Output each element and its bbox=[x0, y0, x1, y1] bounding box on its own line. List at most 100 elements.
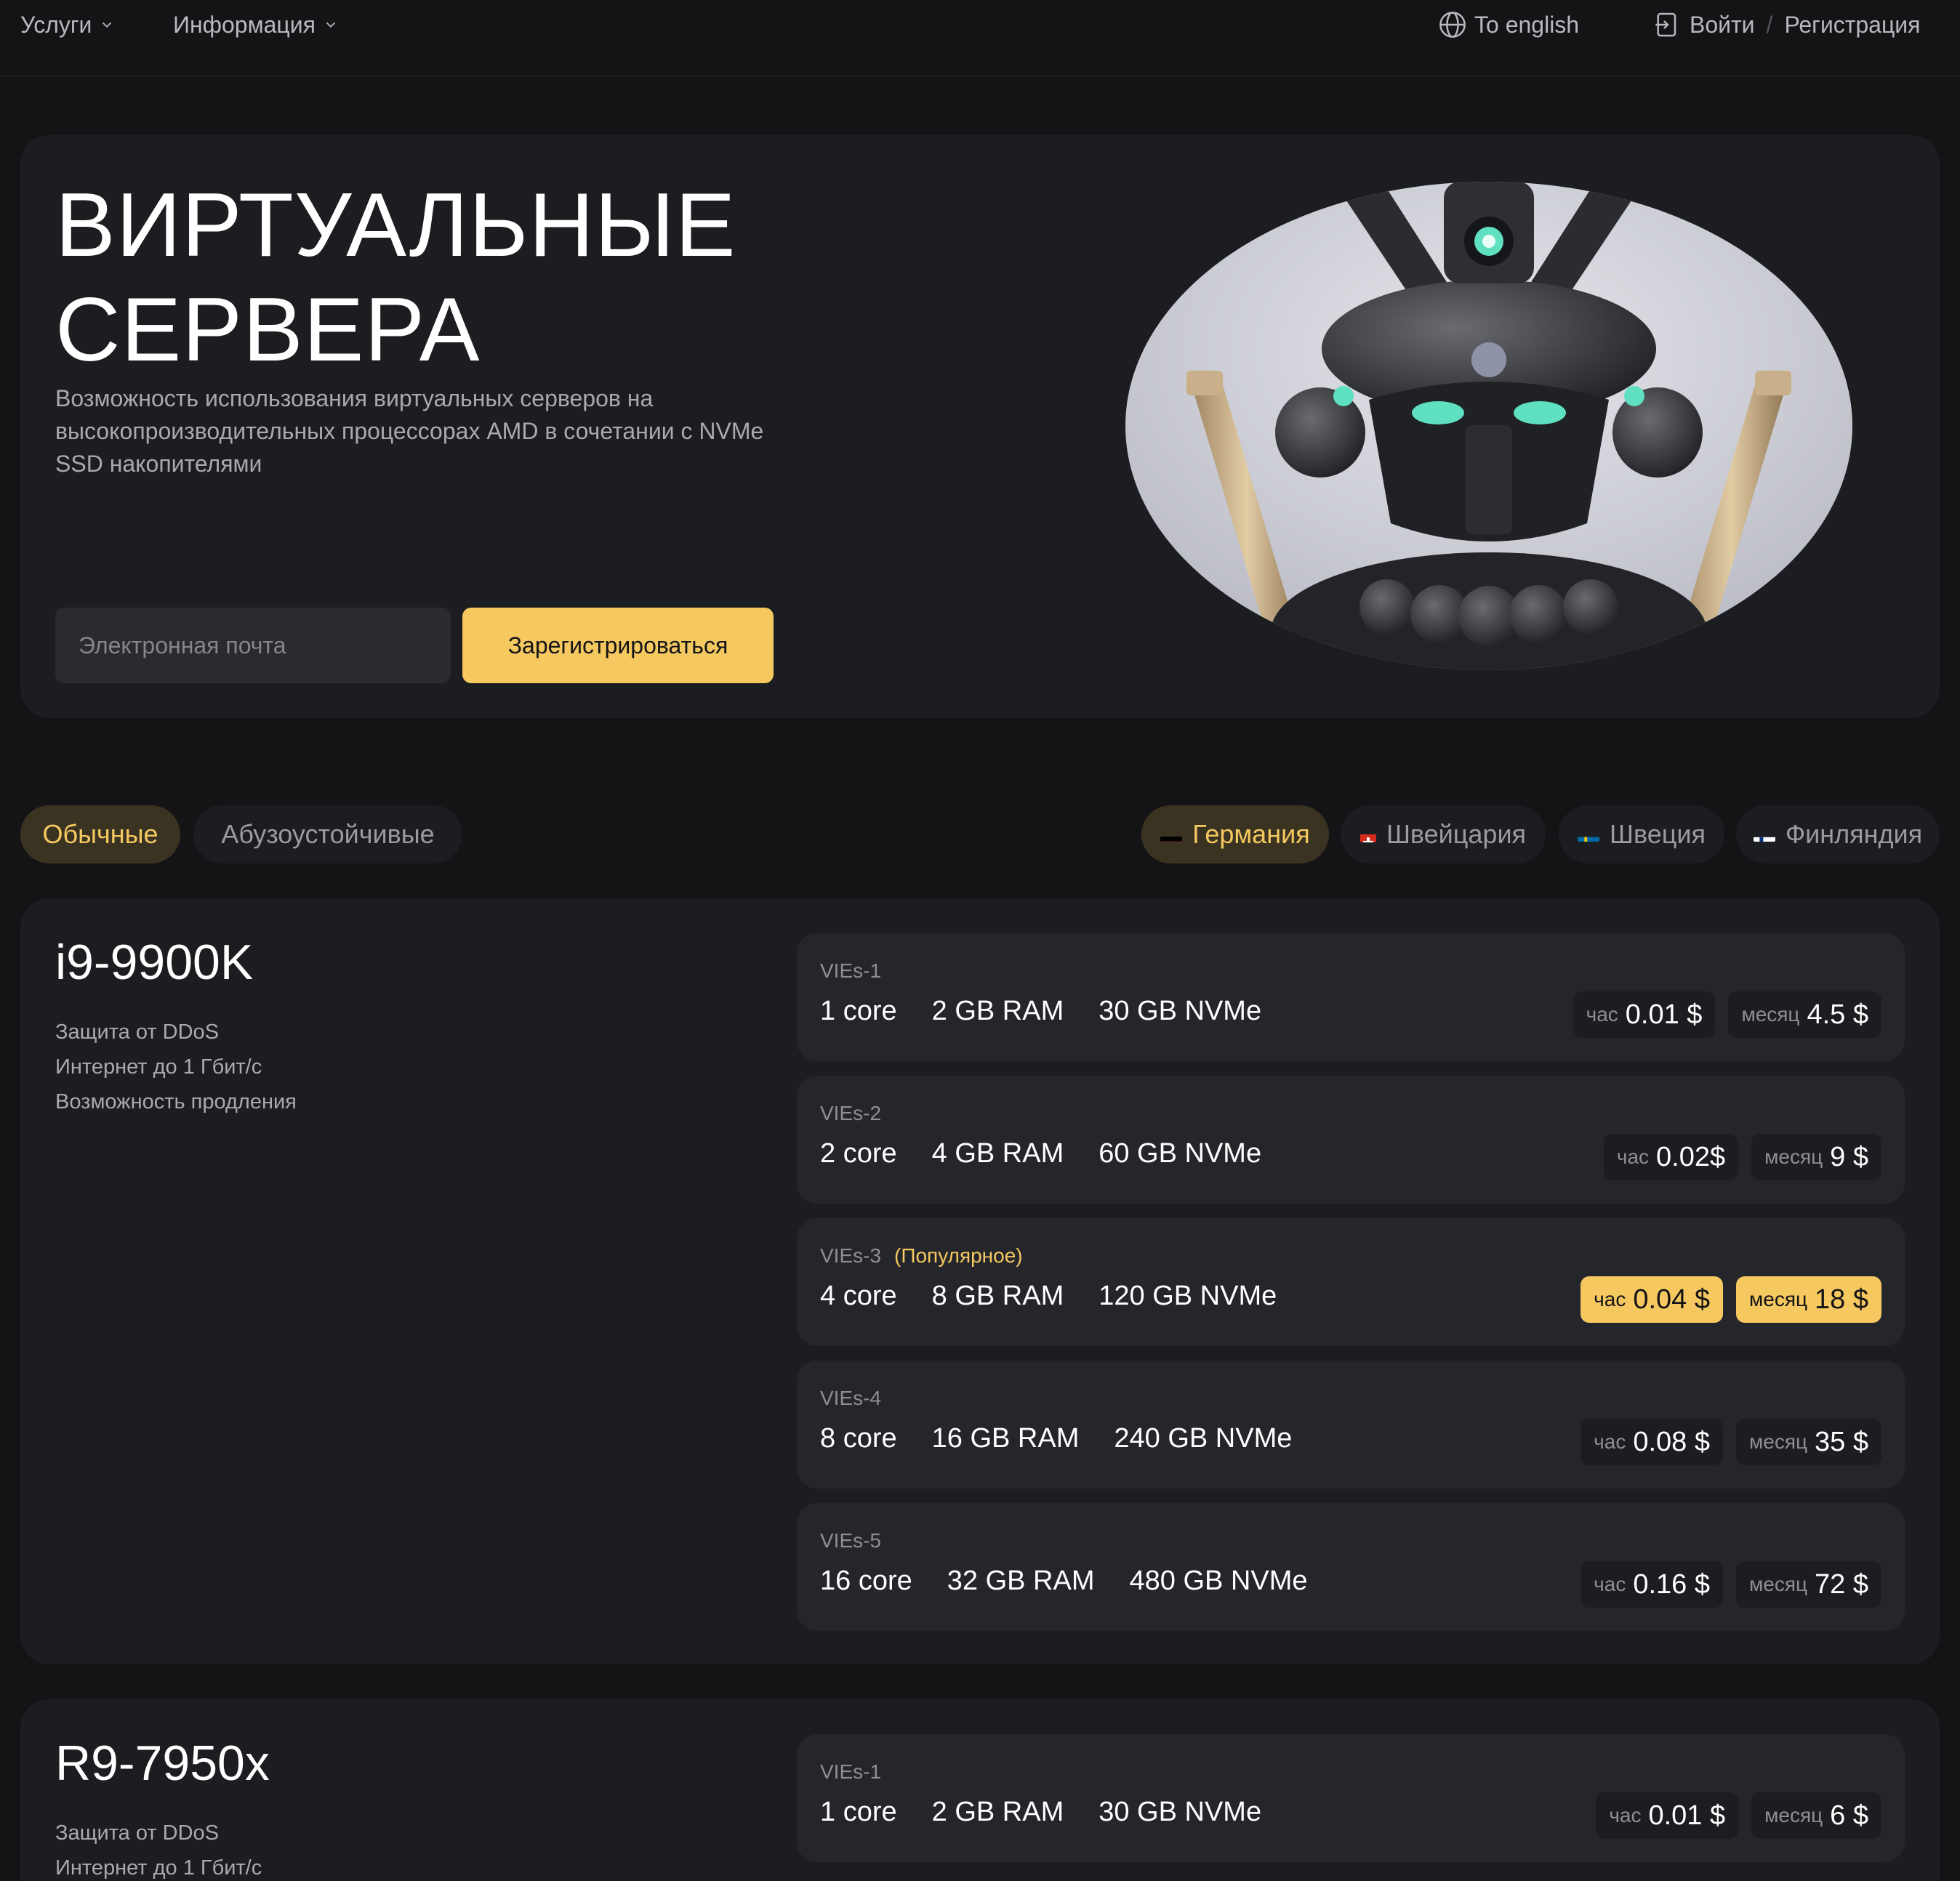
nav-services-menu[interactable]: Услуги bbox=[20, 9, 115, 41]
plan-specs: 2 core 4 GB RAM 60 GB NVMe bbox=[820, 1138, 1261, 1169]
filter-country-sweden-label: Швеция bbox=[1610, 819, 1706, 849]
plan-row[interactable]: VIEs-1 1 core 2 GB RAM 30 GB NVMe час 0.0… bbox=[797, 1734, 1905, 1862]
login-link[interactable]: Войти bbox=[1690, 12, 1755, 39]
hourly-price-button[interactable]: час 0.04 $ bbox=[1581, 1276, 1723, 1323]
auth-links: Войти / Регистрация bbox=[1653, 9, 1921, 41]
nav-info-menu[interactable]: Информация bbox=[173, 9, 339, 41]
title-line-2: СЕРВЕРА bbox=[55, 280, 481, 380]
monthly-price-button[interactable]: месяц 4.5 $ bbox=[1728, 991, 1881, 1038]
robot-samurai-illustration bbox=[1125, 182, 1852, 670]
feature-item: Интернет до 1 Гбит/с bbox=[55, 1856, 262, 1880]
feature-item: Возможность продления bbox=[55, 1090, 297, 1113]
title-line-1: ВИРТУАЛЬНЫЕ bbox=[55, 175, 736, 275]
auth-separator: / bbox=[1766, 11, 1773, 38]
price-value: 6 $ bbox=[1830, 1800, 1868, 1831]
product-card-i9-9900k: i9-9900K Защита от DDoS Интернет до 1 Гб… bbox=[20, 898, 1940, 1664]
product-title: R9-7950x bbox=[55, 1736, 270, 1791]
price-label: час bbox=[1616, 1145, 1650, 1168]
price-label: час bbox=[1594, 1430, 1626, 1453]
filter-country-switzerland[interactable]: Швейцария bbox=[1341, 805, 1546, 863]
top-navbar: Услуги Информация To english Войти / Рег… bbox=[0, 0, 1960, 76]
price-value: 35 $ bbox=[1815, 1426, 1868, 1457]
hourly-price-button[interactable]: час 0.02$ bbox=[1603, 1134, 1739, 1180]
price-label: час bbox=[1594, 1288, 1626, 1310]
feature-item: Защита от DDoS bbox=[55, 1821, 220, 1845]
filter-type-regular[interactable]: Обычные bbox=[20, 805, 180, 863]
filter-type-abuse-label: Абузоустойчивые bbox=[221, 819, 435, 849]
hourly-price-button[interactable]: час 0.08 $ bbox=[1581, 1419, 1723, 1465]
filter-country-germany[interactable]: Германия bbox=[1141, 805, 1329, 863]
monthly-price-button[interactable]: месяц 35 $ bbox=[1736, 1419, 1881, 1465]
monthly-price-button[interactable]: месяц 6 $ bbox=[1751, 1792, 1881, 1839]
nav-info-label: Информация bbox=[173, 11, 316, 38]
spec-cores: 8 core bbox=[820, 1423, 897, 1454]
nav-services-label: Услуги bbox=[20, 11, 92, 38]
flag-germany-icon bbox=[1160, 827, 1183, 842]
flag-switzerland-icon bbox=[1359, 826, 1376, 842]
price-label: месяц bbox=[1749, 1288, 1808, 1310]
feature-item: Интернет до 1 Гбит/с bbox=[55, 1055, 262, 1079]
filter-country-germany-label: Германия bbox=[1192, 819, 1310, 849]
product-card-r9-7950x: R9-7950x Защита от DDoS Интернет до 1 Гб… bbox=[20, 1699, 1940, 1881]
filter-country-finland-label: Финляндия bbox=[1785, 819, 1923, 849]
plan-prices: час 0.01 $ месяц 6 $ bbox=[1596, 1792, 1881, 1839]
spec-ram: 2 GB RAM bbox=[931, 996, 1064, 1026]
spec-ram: 8 GB RAM bbox=[931, 1281, 1064, 1311]
spec-cores: 16 core bbox=[820, 1566, 912, 1596]
plan-prices: час 0.16 $ месяц 72 $ bbox=[1581, 1561, 1881, 1608]
price-value: 72 $ bbox=[1815, 1568, 1868, 1600]
filter-country-switzerland-label: Швейцария bbox=[1386, 819, 1527, 849]
spec-disk: 30 GB NVMe bbox=[1099, 1797, 1262, 1827]
chevron-down-icon bbox=[326, 22, 336, 28]
price-label: месяц bbox=[1764, 1804, 1823, 1826]
plan-name: VIEs-1 bbox=[820, 959, 881, 983]
price-label: час bbox=[1586, 1003, 1618, 1026]
filter-type-abuse-resistant[interactable]: Абузоустойчивые bbox=[193, 805, 462, 863]
spec-disk: 30 GB NVMe bbox=[1099, 996, 1262, 1026]
plan-row-popular[interactable]: VIEs-3 (Популярное) 4 core 8 GB RAM 120 G… bbox=[797, 1218, 1905, 1346]
spec-ram: 16 GB RAM bbox=[931, 1423, 1080, 1454]
plan-name-text: VIEs-4 bbox=[820, 1387, 882, 1409]
feature-item: Защита от DDoS bbox=[55, 1020, 220, 1044]
monthly-price-button[interactable]: месяц 9 $ bbox=[1751, 1134, 1881, 1180]
plan-specs: 4 core 8 GB RAM 120 GB NVMe bbox=[820, 1281, 1277, 1312]
plan-name: VIEs-1 bbox=[820, 1760, 881, 1784]
flag-finland-icon bbox=[1753, 827, 1775, 842]
plan-row[interactable]: VIEs-1 1 core 2 GB RAM 30 GB NVMe час 0.0… bbox=[797, 933, 1905, 1061]
spec-ram: 2 GB RAM bbox=[931, 1797, 1064, 1827]
language-label: To english bbox=[1474, 11, 1580, 38]
price-value: 0.16 $ bbox=[1633, 1568, 1710, 1600]
register-link[interactable]: Регистрация bbox=[1784, 12, 1920, 39]
plan-name: VIEs-3 (Популярное) bbox=[820, 1244, 1023, 1268]
plan-name-text: VIEs-1 bbox=[820, 959, 882, 982]
plan-row[interactable]: VIEs-4 8 core 16 GB RAM 240 GB NVMe час 0… bbox=[797, 1361, 1905, 1489]
monthly-price-button[interactable]: месяц 72 $ bbox=[1736, 1561, 1881, 1608]
plan-specs: 1 core 2 GB RAM 30 GB NVMe bbox=[820, 996, 1261, 1027]
product-features: Защита от DDoS Интернет до 1 Гбит/с Возм… bbox=[55, 1015, 297, 1119]
price-value: 4.5 $ bbox=[1807, 999, 1868, 1030]
price-value: 0.08 $ bbox=[1633, 1426, 1710, 1457]
register-button[interactable]: Зарегистрироваться bbox=[462, 608, 774, 683]
spec-ram: 32 GB RAM bbox=[947, 1566, 1095, 1596]
plan-row[interactable]: VIEs-2 2 core 4 GB RAM 60 GB NVMe час 0.0… bbox=[797, 1076, 1905, 1204]
plan-name-text: VIEs-3 bbox=[820, 1244, 882, 1267]
price-value: 0.02$ bbox=[1656, 1141, 1726, 1172]
filter-type-regular-label: Обычные bbox=[42, 819, 158, 849]
email-input[interactable] bbox=[55, 608, 451, 683]
hourly-price-button[interactable]: час 0.01 $ bbox=[1596, 1792, 1739, 1839]
filter-country-sweden[interactable]: Швеция bbox=[1559, 805, 1724, 863]
price-label: час bbox=[1594, 1573, 1626, 1595]
product-title: i9-9900K bbox=[55, 935, 254, 990]
filter-country-finland[interactable]: Финляндия bbox=[1736, 805, 1940, 863]
hourly-price-button[interactable]: час 0.01 $ bbox=[1573, 991, 1716, 1038]
spec-disk: 480 GB NVMe bbox=[1129, 1566, 1308, 1596]
plan-name: VIEs-5 bbox=[820, 1529, 881, 1552]
globe-icon bbox=[1438, 10, 1467, 39]
hourly-price-button[interactable]: час 0.16 $ bbox=[1581, 1561, 1723, 1608]
language-switch[interactable]: To english bbox=[1438, 9, 1579, 41]
plan-prices: час 0.04 $ месяц 18 $ bbox=[1581, 1276, 1881, 1323]
plan-row[interactable]: VIEs-5 16 core 32 GB RAM 480 GB NVMe час… bbox=[797, 1503, 1905, 1631]
spec-ram: 4 GB RAM bbox=[931, 1138, 1064, 1169]
monthly-price-button[interactable]: месяц 18 $ bbox=[1736, 1276, 1881, 1323]
price-value: 0.04 $ bbox=[1633, 1284, 1710, 1315]
